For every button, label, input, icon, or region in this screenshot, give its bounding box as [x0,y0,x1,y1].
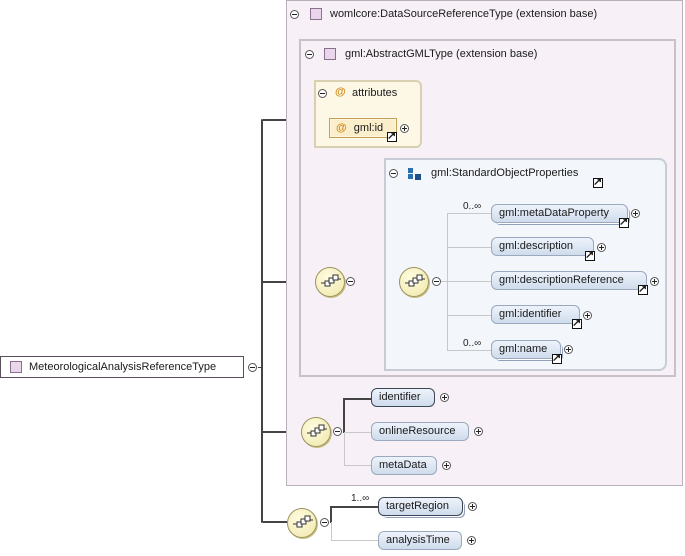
attributes-title: attributes [352,87,398,99]
root-collapse-button[interactable] [248,363,257,372]
branch-line [344,432,345,465]
element-label: onlineResource [379,425,456,437]
attribute-at-icon: @ [335,86,346,98]
expand-button[interactable] [467,536,476,545]
sequence-compositor-icon[interactable] [399,267,429,297]
element-label: metaData [379,459,427,471]
branch-line [447,281,491,282]
element-label: gml:descriptionReference [499,274,624,286]
reference-arrow-icon[interactable] [387,129,397,142]
expand-button[interactable] [597,243,606,252]
type-square-icon [324,48,336,60]
branch-line [331,522,332,540]
element-metadata[interactable]: metaData [371,456,437,475]
attribute-expand-button[interactable] [400,124,409,133]
branch-line [343,398,371,400]
element-identifier[interactable]: identifier [371,388,435,407]
expand-button[interactable] [564,345,573,354]
element-gml-descriptionreference[interactable]: gml:descriptionReference [491,271,647,290]
attribute-at-icon: @ [336,122,347,134]
cardinality-label: 0..∞ [463,201,482,212]
expand-button[interactable] [583,311,592,320]
attribute-label: gml:id [353,122,384,134]
reference-arrow-icon[interactable] [552,351,562,364]
branch-line [447,350,491,351]
branch-line [447,315,491,316]
sequence-compositor-icon[interactable] [315,267,345,297]
expand-button[interactable] [440,393,449,402]
element-label: gml:description [499,240,573,252]
expand-button[interactable] [650,277,659,286]
element-label: gml:identifier [499,308,562,320]
expand-button[interactable] [468,502,477,511]
element-gml-description[interactable]: gml:description [491,237,594,256]
reference-arrow-icon[interactable] [593,175,603,188]
sequence-compositor-icon[interactable] [287,508,317,538]
element-label: targetRegion [386,500,449,512]
inner-collapse-button[interactable] [305,50,314,59]
seq3-collapse-button[interactable] [333,427,342,436]
root-label: MeteorologicalAnalysisReferenceType [29,361,217,373]
type-square-icon [310,8,322,20]
branch-line [447,213,491,214]
branch-line [447,247,491,248]
reference-arrow-icon[interactable] [572,316,582,329]
element-label: gml:name [499,343,548,355]
expand-button[interactable] [474,427,483,436]
element-gml-name[interactable]: gml:name [491,340,561,359]
element-analysistime[interactable]: analysisTime [378,531,462,550]
branch-line [344,432,371,433]
element-targetregion[interactable]: targetRegion [378,497,463,516]
element-gml-metadataproperty[interactable]: gml:metaDataProperty [491,204,628,223]
root-complex-type[interactable]: MeteorologicalAnalysisReferenceType [0,356,244,378]
sop-collapse-button[interactable] [389,169,398,178]
branch-line [330,507,332,523]
cardinality-label: 1..∞ [351,493,370,504]
seq1-collapse-button[interactable] [346,277,355,286]
inner-group-title: gml:AbstractGMLType (extension base) [345,48,538,60]
group-blocks-icon [408,168,422,182]
expand-button[interactable] [442,461,451,470]
reference-arrow-icon[interactable] [619,215,629,228]
branch-line [331,540,378,541]
branch-line [343,399,345,433]
branch-line [344,465,371,466]
main-vertical-line [261,119,263,523]
outer-group-title: womlcore:DataSourceReferenceType (extens… [330,8,598,20]
seq2-collapse-button[interactable] [432,277,441,286]
element-onlineresource[interactable]: onlineResource [371,422,469,441]
attributes-collapse-button[interactable] [318,89,327,98]
expand-button[interactable] [631,209,640,218]
to-seq4-line [263,521,287,523]
element-label: identifier [379,391,421,403]
reference-arrow-icon[interactable] [638,282,648,295]
type-square-icon [10,361,22,373]
element-label: gml:metaDataProperty [499,207,610,219]
element-gml-identifier[interactable]: gml:identifier [491,305,580,324]
sop-title: gml:StandardObjectProperties [431,167,579,179]
cardinality-label: 0..∞ [463,338,482,349]
sequence-compositor-icon[interactable] [301,417,331,447]
branch-line [330,506,378,508]
seq4-collapse-button[interactable] [320,518,329,527]
outer-collapse-button[interactable] [290,10,299,19]
reference-arrow-icon[interactable] [585,248,595,261]
element-label: analysisTime [386,534,450,546]
